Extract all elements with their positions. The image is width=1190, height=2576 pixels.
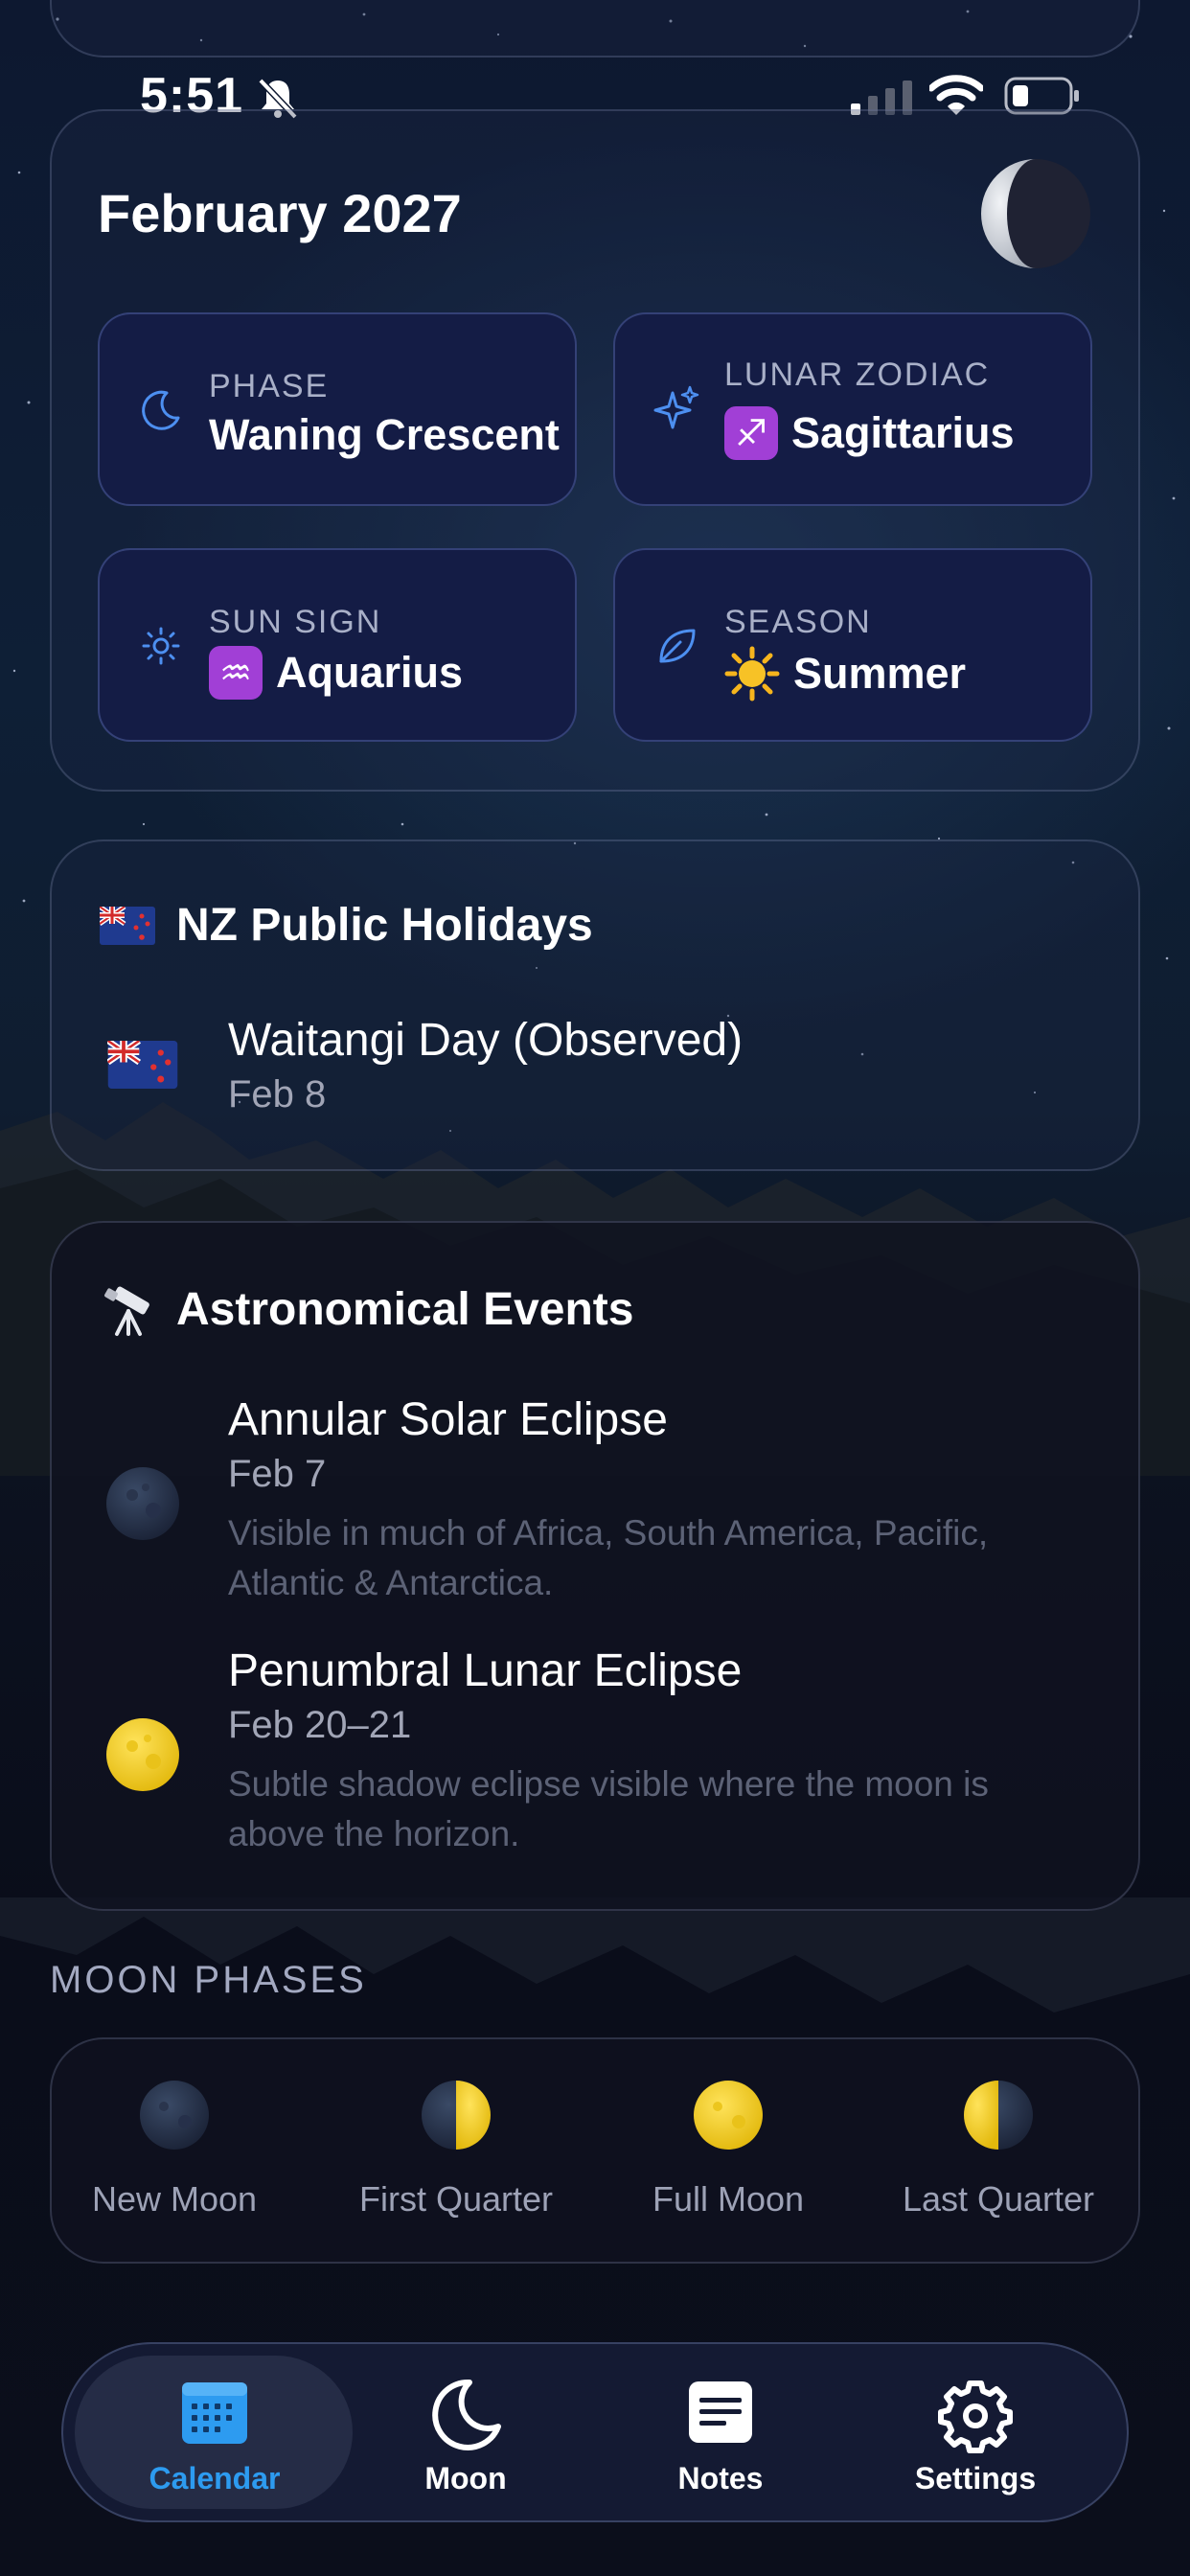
last-quarter-moon-icon [964, 2081, 1033, 2150]
phase-name: New Moon [91, 2179, 258, 2219]
phase-name: Full Moon [652, 2179, 805, 2219]
new-moon-icon [140, 2081, 209, 2150]
new-moon-icon [106, 1467, 179, 1540]
moon-phases-heading: MOON PHASES [50, 1959, 367, 2001]
season-value: Summer [724, 646, 966, 702]
phase-first-quarter[interactable]: First Quarter [332, 2078, 581, 2220]
sparkles-icon [653, 385, 699, 429]
event-date: Feb 7 [228, 1453, 327, 1495]
nz-flag-icon [107, 1041, 178, 1089]
gear-icon [938, 2380, 1013, 2453]
holidays-card [50, 840, 1140, 1171]
tab-label: Settings [914, 2461, 1037, 2496]
phase-new-moon[interactable]: New Moon [50, 2078, 299, 2220]
phase-last-quarter[interactable]: Last Quarter [874, 2078, 1123, 2220]
sagittarius-icon: ♐ [724, 406, 778, 460]
phase-value: Waning Crescent [209, 410, 560, 459]
sun-sign-value: ♒ Aquarius [209, 646, 463, 700]
tab-label: Notes [677, 2461, 764, 2496]
first-quarter-moon-icon [422, 2081, 491, 2150]
sun-emoji-icon [724, 646, 780, 702]
moon-icon [432, 2379, 501, 2450]
holiday-date: Feb 8 [228, 1073, 327, 1116]
phase-label: PHASE [209, 368, 330, 404]
aquarius-icon: ♒ [209, 646, 263, 700]
crescent-moon-icon [142, 390, 180, 430]
holidays-title: NZ Public Holidays [100, 899, 593, 952]
sun-sign-tile[interactable]: SUN SIGN ♒ Aquarius [98, 548, 577, 742]
waning-crescent-moon-icon [981, 159, 1090, 268]
event-date: Feb 20–21 [228, 1704, 412, 1746]
event-name: Penumbral Lunar Eclipse [228, 1645, 743, 1696]
tab-label: Moon [424, 2461, 507, 2496]
lunar-zodiac-value: ♐ Sagittarius [724, 406, 1015, 460]
full-moon-icon [106, 1718, 179, 1791]
calendar-icon [182, 2382, 247, 2444]
tab-bar: Calendar Moon Notes Settings [61, 2342, 1129, 2522]
sun-sign-label: SUN SIGN [209, 604, 382, 640]
tab-notes[interactable]: Notes [596, 2344, 845, 2522]
sun-icon [142, 627, 180, 665]
astro-title: Astronomical Events [100, 1280, 633, 1338]
phase-tile[interactable]: PHASE Waning Crescent [98, 312, 577, 506]
holiday-name: Waitangi Day (Observed) [228, 1015, 744, 1066]
phase-full-moon[interactable]: Full Moon [604, 2078, 853, 2220]
event-description: Visible in much of Africa, South America… [228, 1513, 989, 1602]
full-moon-icon [694, 2081, 763, 2150]
notes-icon [689, 2381, 752, 2443]
event-name: Annular Solar Eclipse [228, 1394, 668, 1445]
telescope-icon [104, 1286, 149, 1336]
tab-settings[interactable]: Settings [851, 2344, 1100, 2522]
leaf-icon [659, 629, 696, 663]
nz-flag-icon [100, 906, 155, 945]
phase-name: Last Quarter [902, 2179, 1095, 2219]
lunar-zodiac-tile[interactable]: LUNAR ZODIAC ♐ Sagittarius [613, 312, 1092, 506]
tab-label: Calendar [149, 2461, 281, 2496]
event-description: Subtle shadow eclipse visible where the … [228, 1764, 989, 1853]
season-tile[interactable]: SEASON Summer [613, 548, 1092, 742]
month-title: February 2027 [98, 183, 462, 243]
phase-name: First Quarter [358, 2179, 554, 2219]
previous-card [50, 0, 1140, 58]
tab-calendar[interactable]: Calendar [90, 2344, 339, 2522]
lunar-zodiac-label: LUNAR ZODIAC [724, 356, 991, 393]
season-label: SEASON [724, 604, 872, 640]
tab-moon[interactable]: Moon [341, 2344, 590, 2522]
